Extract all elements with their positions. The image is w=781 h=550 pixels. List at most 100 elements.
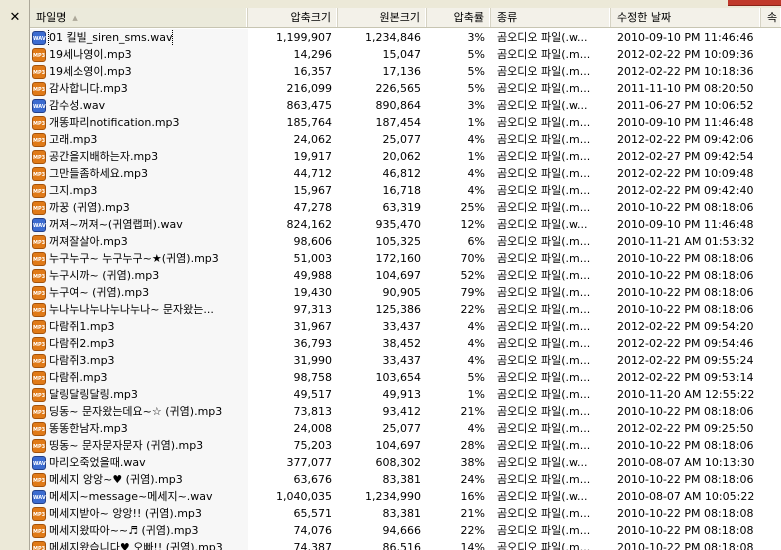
file-row[interactable]: WAV 감수성.wav 863,475 890,864 3% 곰오디오 파일(.w... 2…	[30, 97, 781, 114]
file-name-cell[interactable]: WAV 메세지~message~메세지~.wav	[30, 488, 248, 505]
file-name-cell[interactable]: MP3 다람쥐1.mp3	[30, 318, 248, 335]
header-compressed-size[interactable]: 압축크기	[248, 8, 338, 27]
original-size: 38,452	[382, 337, 422, 350]
attributes	[761, 284, 781, 301]
file-name-cell[interactable]: MP3 그만들좀하세요.mp3	[30, 165, 248, 182]
attributes	[761, 148, 781, 165]
file-row[interactable]: MP3 달링달링달링.mp3 49,517 49,913 1% 곰오디오 파일(.m...…	[30, 386, 781, 403]
file-name-cell[interactable]: MP3 달링달링달링.mp3	[30, 386, 248, 403]
toolbar-strip	[30, 0, 781, 8]
file-row[interactable]: MP3 누나누나누나누나누나~ 문자왔는... 97,313 125,386 22% 곰오…	[30, 301, 781, 318]
file-name-cell[interactable]: MP3 그지.mp3	[30, 182, 248, 199]
file-name: 누나누나누나누나누나~ 문자왔는...	[49, 303, 214, 316]
file-type: 곰오디오 파일(.m...	[497, 354, 591, 367]
file-row[interactable]: MP3 딩동~ 문자왔는데요~☆ (귀염).mp3 73,813 93,412 21% 곰…	[30, 403, 781, 420]
close-icon[interactable]: ✕	[0, 8, 30, 28]
original-size: 1,234,990	[365, 490, 421, 503]
file-name-cell[interactable]: MP3 다람쥐.mp3	[30, 369, 248, 386]
header-ratio[interactable]: 압축률	[427, 8, 491, 27]
file-name-cell[interactable]: MP3 19세소영이.mp3	[30, 63, 248, 80]
compression-ratio: 1%	[467, 388, 485, 401]
header-attributes[interactable]: 속	[761, 8, 781, 27]
file-row[interactable]: WAV 메세지~message~메세지~.wav 1,040,035 1,234,99…	[30, 488, 781, 505]
file-row[interactable]: MP3 까꿍 (귀염).mp3 47,278 63,319 25% 곰오디오 파일(.m.…	[30, 199, 781, 216]
file-name: 누구시까~ (귀염).mp3	[49, 269, 160, 282]
file-row[interactable]: MP3 다람쥐1.mp3 31,967 33,437 4% 곰오디오 파일(.m... 20…	[30, 318, 781, 335]
file-row[interactable]: MP3 누구여~ (귀염).mp3 19,430 90,905 79% 곰오디오 파일(.…	[30, 284, 781, 301]
file-name-cell[interactable]: MP3 누구여~ (귀염).mp3	[30, 284, 248, 301]
mp3-file-icon: MP3	[32, 64, 46, 79]
file-name-cell[interactable]: WAV 마리오죽었을때.wav	[30, 454, 248, 471]
header-original-size[interactable]: 원본크기	[338, 8, 427, 27]
original-size: 103,654	[375, 371, 422, 384]
mp3-file-icon: MP3	[32, 421, 46, 436]
file-type: 곰오디오 파일(.m...	[497, 473, 591, 486]
header-name[interactable]: 파일명 ▲	[30, 8, 248, 27]
file-row[interactable]: MP3 똥똥한남자.mp3 24,008 25,077 4% 곰오디오 파일(.m... 2…	[30, 420, 781, 437]
file-name-cell[interactable]: MP3 메세지받아~ 앙앙!! (귀염).mp3	[30, 505, 248, 522]
file-row[interactable]: MP3 메세지받아~ 앙앙!! (귀염).mp3 65,571 83,381 21% 곰오…	[30, 505, 781, 522]
compressed-size: 185,764	[286, 116, 333, 129]
file-row[interactable]: WAV 01 킬빌_siren_sms.wav 1,199,907 1,234,846…	[30, 29, 781, 46]
file-name: 달링달링달링.mp3	[49, 388, 138, 401]
file-row[interactable]: MP3 공간을지배하는자.mp3 19,917 20,062 1% 곰오디오 파일(.m.…	[30, 148, 781, 165]
file-name-cell[interactable]: MP3 메세지 앙앙~♥ (귀염).mp3	[30, 471, 248, 488]
modified-date: 2010-10-22 PM 08:18:06	[617, 252, 754, 265]
file-name-cell[interactable]: MP3 까꿍 (귀염).mp3	[30, 199, 248, 216]
file-name-cell[interactable]: MP3 누구누구~ 누구누구~★(귀염).mp3	[30, 250, 248, 267]
file-name-cell[interactable]: MP3 19세나영이.mp3	[30, 46, 248, 63]
file-name: 마리오죽었을때.wav	[49, 456, 146, 469]
file-name-cell[interactable]: WAV 감수성.wav	[30, 97, 248, 114]
file-name-cell[interactable]: MP3 감사합니다.mp3	[30, 80, 248, 97]
file-name-cell[interactable]: MP3 메세지왔따아~~♬ (귀염).mp3	[30, 522, 248, 539]
file-row[interactable]: MP3 메세지왔습니다♥ 오빠!! (귀염).mp3 74,387 86,516 14%…	[30, 539, 781, 550]
file-name-cell[interactable]: MP3 개똥파리notification.mp3	[30, 114, 248, 131]
compressed-size: 24,062	[293, 133, 333, 146]
file-name-cell[interactable]: MP3 꺼져잘살아.mp3	[30, 233, 248, 250]
file-row[interactable]: MP3 누구시까~ (귀염).mp3 49,988 104,697 52% 곰오디오 파일…	[30, 267, 781, 284]
attributes	[761, 250, 781, 267]
file-type: 곰오디오 파일(.m...	[497, 252, 591, 265]
window-close-button-edge[interactable]	[728, 0, 781, 6]
file-row[interactable]: MP3 누구누구~ 누구누구~★(귀염).mp3 51,003 172,160 70% 곰…	[30, 250, 781, 267]
compression-ratio: 1%	[467, 116, 485, 129]
file-name-cell[interactable]: MP3 띵동~ 문자문자문자 (귀염).mp3	[30, 437, 248, 454]
file-row[interactable]: MP3 그지.mp3 15,967 16,718 4% 곰오디오 파일(.m... 2012…	[30, 182, 781, 199]
file-row[interactable]: MP3 띵동~ 문자문자문자 (귀염).mp3 75,203 104,697 28% 곰오…	[30, 437, 781, 454]
file-row[interactable]: MP3 그만들좀하세요.mp3 44,712 46,812 4% 곰오디오 파일(.m..…	[30, 165, 781, 182]
file-name-cell[interactable]: MP3 고래.mp3	[30, 131, 248, 148]
file-name-cell[interactable]: MP3 누나누나누나누나누나~ 문자왔는...	[30, 301, 248, 318]
file-name-cell[interactable]: MP3 누구시까~ (귀염).mp3	[30, 267, 248, 284]
original-size: 63,319	[382, 201, 422, 214]
compressed-size: 73,813	[293, 405, 333, 418]
mp3-file-icon: MP3	[32, 132, 46, 147]
file-name-cell[interactable]: MP3 똥똥한남자.mp3	[30, 420, 248, 437]
file-row[interactable]: WAV 마리오죽었을때.wav 377,077 608,302 38% 곰오디오 파일(.…	[30, 454, 781, 471]
header-modified-date[interactable]: 수정한 날짜	[611, 8, 761, 27]
file-name-cell[interactable]: MP3 메세지왔습니다♥ 오빠!! (귀염).mp3	[30, 539, 248, 550]
file-row[interactable]: WAV 꺼져~꺼져~(귀염랩퍼).wav 824,162 935,470 12% 곰오디오…	[30, 216, 781, 233]
attributes	[761, 471, 781, 488]
modified-date: 2012-02-22 PM 09:25:50	[617, 422, 754, 435]
file-row[interactable]: MP3 개똥파리notification.mp3 185,764 187,454 1% 곰…	[30, 114, 781, 131]
file-name-cell[interactable]: WAV 01 킬빌_siren_sms.wav	[30, 29, 248, 46]
file-row[interactable]: MP3 메세지왔따아~~♬ (귀염).mp3 74,076 94,666 22% 곰오디오…	[30, 522, 781, 539]
file-name-cell[interactable]: WAV 꺼져~꺼져~(귀염랩퍼).wav	[30, 216, 248, 233]
file-row[interactable]: MP3 메세지 앙앙~♥ (귀염).mp3 63,676 83,381 24% 곰오디오 …	[30, 471, 781, 488]
file-type: 곰오디오 파일(.m...	[497, 133, 591, 146]
file-name-cell[interactable]: MP3 다람쥐2.mp3	[30, 335, 248, 352]
file-name-cell[interactable]: MP3 딩동~ 문자왔는데요~☆ (귀염).mp3	[30, 403, 248, 420]
file-row[interactable]: MP3 19세나영이.mp3 14,296 15,047 5% 곰오디오 파일(.m...…	[30, 46, 781, 63]
file-row[interactable]: MP3 꺼져잘살아.mp3 98,606 105,325 6% 곰오디오 파일(.m...…	[30, 233, 781, 250]
file-name: 누구여~ (귀염).mp3	[49, 286, 150, 299]
file-row[interactable]: MP3 다람쥐.mp3 98,758 103,654 5% 곰오디오 파일(.m... 20…	[30, 369, 781, 386]
file-row[interactable]: MP3 다람쥐2.mp3 36,793 38,452 4% 곰오디오 파일(.m... 20…	[30, 335, 781, 352]
file-row[interactable]: MP3 감사합니다.mp3 216,099 226,565 5% 곰오디오 파일(.m..…	[30, 80, 781, 97]
file-row[interactable]: MP3 고래.mp3 24,062 25,077 4% 곰오디오 파일(.m... 2012…	[30, 131, 781, 148]
header-type[interactable]: 종류	[491, 8, 611, 27]
file-row[interactable]: MP3 다람쥐3.mp3 31,990 33,437 4% 곰오디오 파일(.m... 20…	[30, 352, 781, 369]
file-name-cell[interactable]: MP3 다람쥐3.mp3	[30, 352, 248, 369]
file-row[interactable]: MP3 19세소영이.mp3 16,357 17,136 5% 곰오디오 파일(.m...…	[30, 63, 781, 80]
mp3-file-icon: MP3	[32, 251, 46, 266]
file-name-cell[interactable]: MP3 공간을지배하는자.mp3	[30, 148, 248, 165]
